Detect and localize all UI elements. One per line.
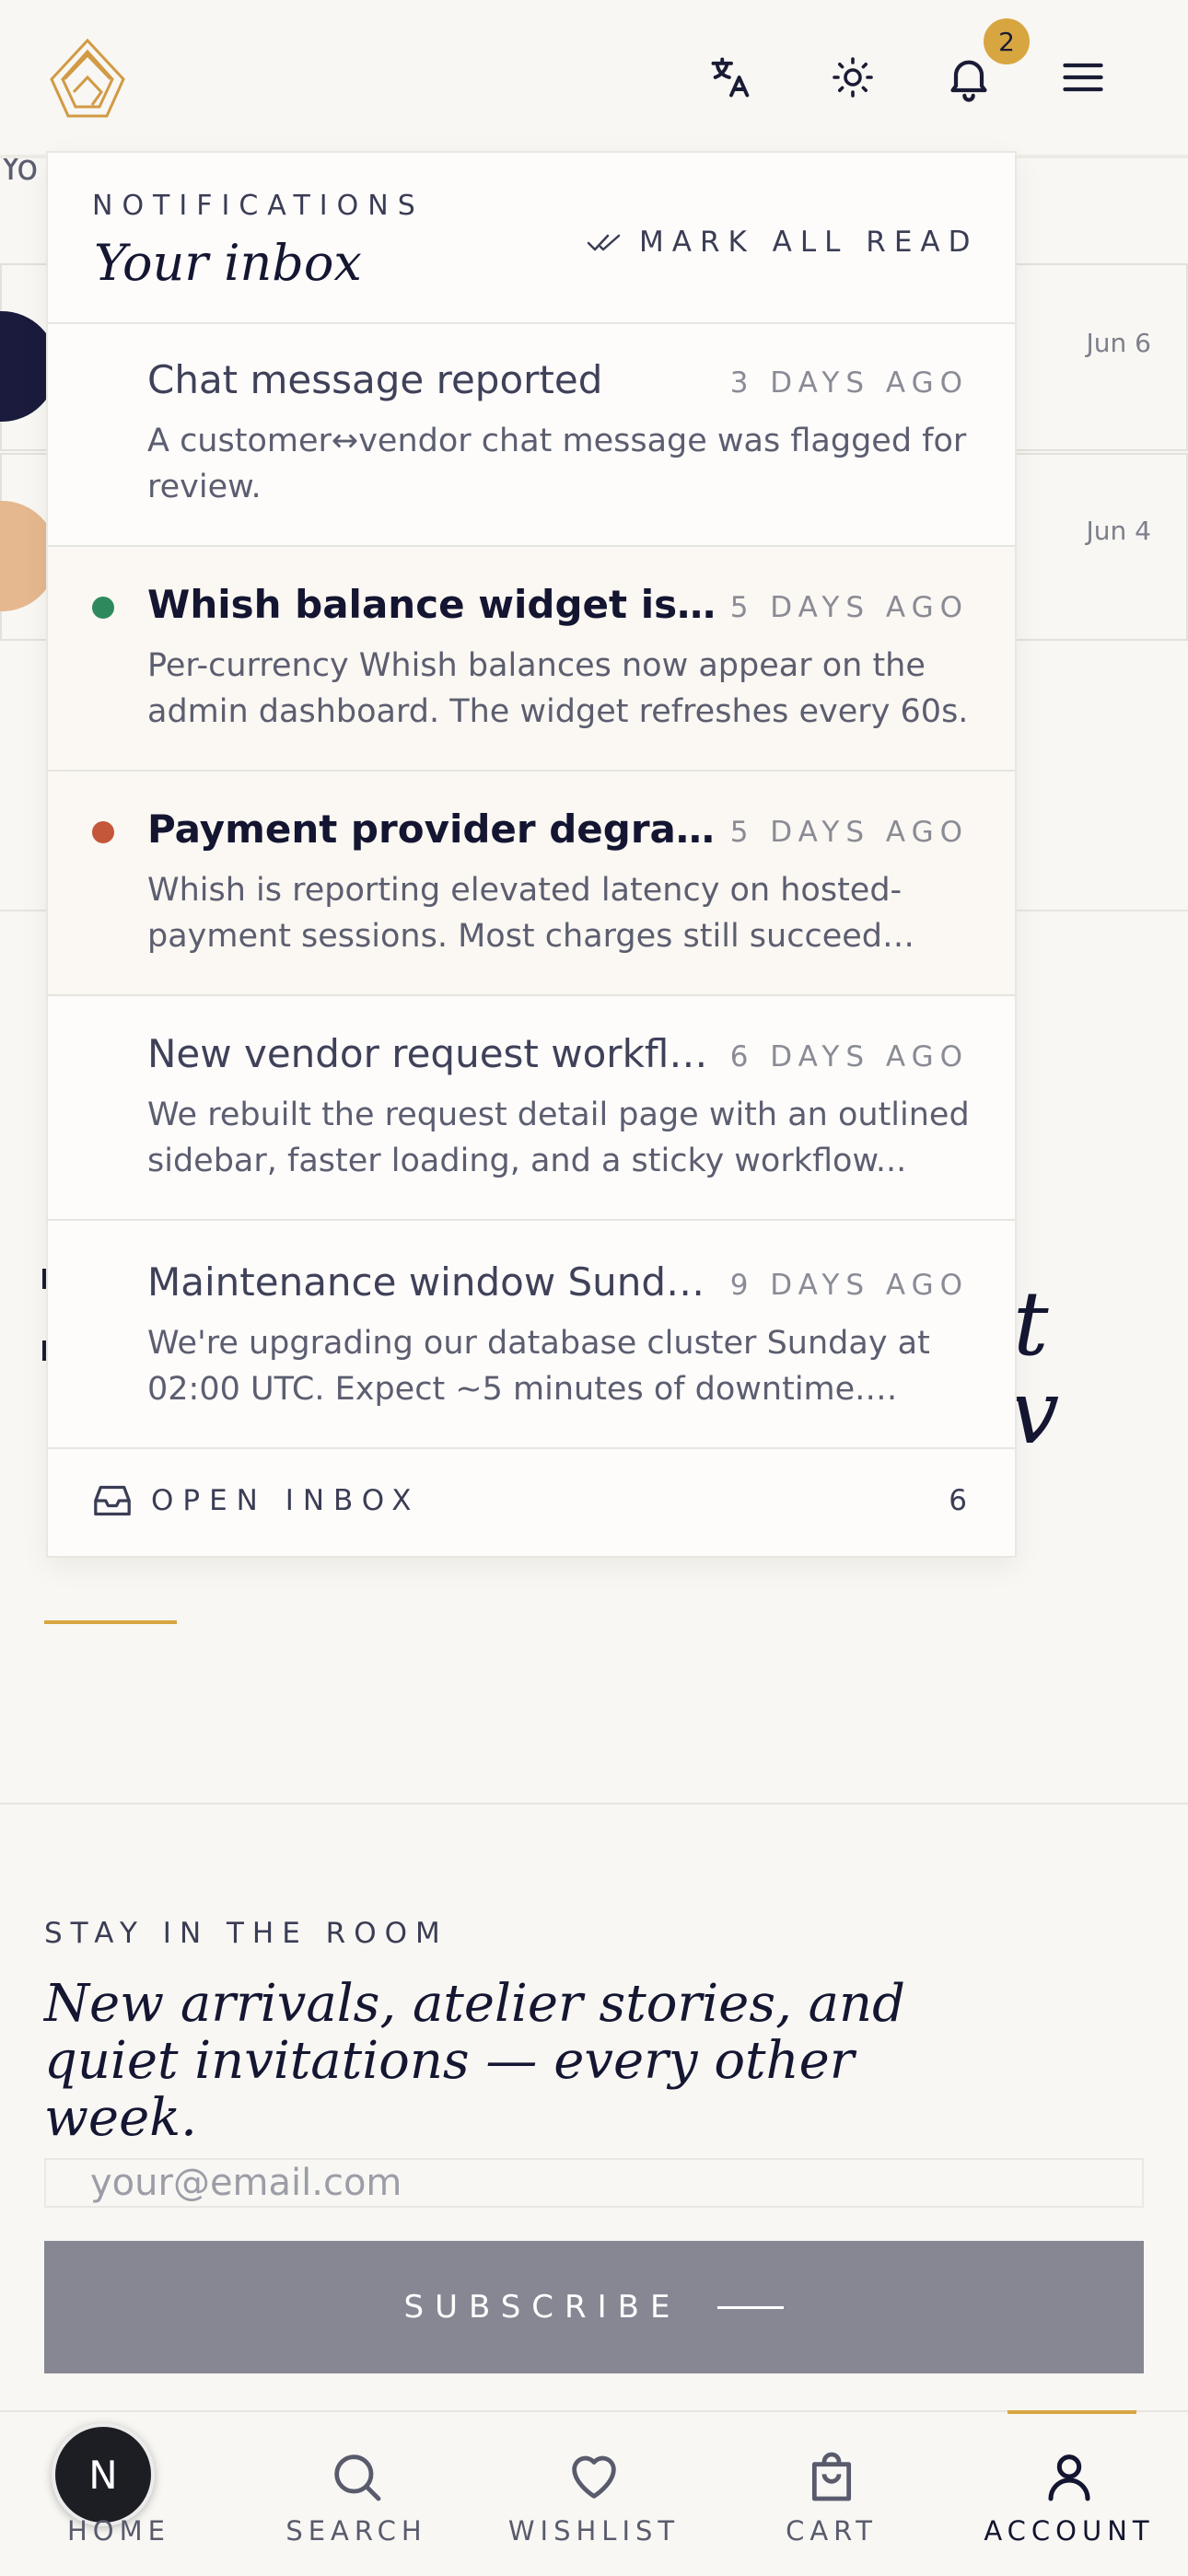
notification-item[interactable]: Chat message reported 3 DAYS AGO A custo… bbox=[48, 322, 1015, 547]
heart-icon bbox=[572, 2455, 616, 2499]
open-inbox-label: OPEN INBOX bbox=[151, 1484, 421, 1517]
notification-title: Payment provider degraded bbox=[147, 806, 718, 852]
notification-item[interactable]: Payment provider degraded 5 DAYS AGO Whi… bbox=[48, 772, 1015, 996]
email-field[interactable]: your@email.com bbox=[44, 2158, 1144, 2208]
notification-title: New vendor request workflow bbox=[147, 1031, 718, 1076]
nav-label: SEARCH bbox=[285, 2515, 427, 2547]
notification-title: Chat message reported bbox=[147, 357, 603, 402]
notification-body: We rebuilt the request detail page with … bbox=[147, 1097, 970, 1179]
section-divider bbox=[0, 1803, 1188, 1804]
nav-label: WISHLIST bbox=[507, 2515, 681, 2547]
mark-all-read-button[interactable]: MARK ALL READ bbox=[586, 219, 978, 265]
user-icon bbox=[1048, 2454, 1090, 2501]
mark-all-read-label: MARK ALL READ bbox=[639, 226, 979, 259]
item-date: Jun 4 bbox=[1086, 516, 1151, 546]
notification-time: 5 DAYS AGO bbox=[729, 591, 969, 624]
nav-home[interactable]: N HOME bbox=[0, 2412, 238, 2576]
theme-sun-icon[interactable] bbox=[820, 44, 886, 110]
notification-item[interactable]: Maintenance window Sunda... 9 DAYS AGO W… bbox=[48, 1224, 1015, 1449]
notification-time: 9 DAYS AGO bbox=[729, 1269, 969, 1302]
app-header: 2 bbox=[0, 0, 1188, 158]
double-check-icon bbox=[586, 228, 623, 256]
accent-underline bbox=[44, 1620, 177, 1624]
notification-body: A customer↔vendor chat message was flagg… bbox=[147, 423, 967, 505]
notification-title: Maintenance window Sunda... bbox=[147, 1259, 718, 1305]
newsletter-eyebrow: STAY IN THE ROOM bbox=[44, 1917, 448, 1950]
notification-body: We're upgrading our database cluster Sun… bbox=[147, 1325, 930, 1408]
notifications-eyebrow: NOTIFICATIONS bbox=[92, 190, 425, 222]
nav-label: ACCOUNT bbox=[984, 2515, 1155, 2547]
nav-account[interactable]: ACCOUNT bbox=[950, 2410, 1188, 2576]
search-icon bbox=[334, 2454, 381, 2501]
notification-title: Whish balance widget is live bbox=[147, 582, 718, 627]
notification-body: Per-currency Whish balances now appear o… bbox=[147, 647, 969, 730]
notification-time: 6 DAYS AGO bbox=[729, 1040, 969, 1073]
notification-item[interactable]: New vendor request workflow 6 DAYS AGO W… bbox=[48, 996, 1015, 1221]
avatar-letter: N bbox=[88, 2452, 118, 2498]
nav-cart[interactable]: CART bbox=[713, 2412, 950, 2576]
nav-search[interactable]: SEARCH bbox=[238, 2412, 475, 2576]
inbox-tray-icon bbox=[92, 1482, 133, 1523]
item-date: Jun 6 bbox=[1086, 328, 1151, 358]
logo-icon[interactable] bbox=[46, 37, 129, 120]
nav-label: HOME bbox=[67, 2515, 170, 2547]
nav-label: CART bbox=[786, 2515, 878, 2547]
newsletter-headline: New arrivals, atelier stories, and quiet… bbox=[44, 1974, 905, 2148]
bag-icon bbox=[811, 2452, 852, 2501]
nav-wishlist[interactable]: WISHLIST bbox=[475, 2412, 713, 2576]
inbox-count: 6 bbox=[949, 1484, 967, 1517]
hero-fragment: v bbox=[1009, 1361, 1060, 1464]
unread-dot-icon bbox=[92, 597, 114, 619]
menu-icon[interactable] bbox=[1050, 44, 1116, 110]
inbox-title: Your inbox bbox=[94, 234, 362, 292]
translate-icon[interactable] bbox=[698, 44, 764, 110]
home-avatar-icon: N bbox=[52, 2423, 155, 2526]
subscribe-label: SUBSCRIBE bbox=[403, 2289, 681, 2326]
unread-dot-icon bbox=[92, 821, 114, 843]
notification-time: 3 DAYS AGO bbox=[729, 366, 969, 400]
notification-count-badge: 2 bbox=[984, 18, 1030, 64]
subscribe-button[interactable]: SUBSCRIBE bbox=[44, 2241, 1144, 2373]
open-inbox-button[interactable]: OPEN INBOX 6 bbox=[48, 1451, 1015, 1556]
notification-body: Whish is reporting elevated latency on h… bbox=[147, 872, 903, 955]
notifications-dropdown: NOTIFICATIONS Your inbox MARK ALL READ C… bbox=[46, 151, 1017, 1558]
arrow-line-icon bbox=[717, 2305, 785, 2309]
notification-item[interactable]: Whish balance widget is live 5 DAYS AGO … bbox=[48, 547, 1015, 772]
notification-time: 5 DAYS AGO bbox=[729, 816, 969, 849]
active-indicator bbox=[1007, 2410, 1136, 2414]
dropdown-header: NOTIFICATIONS Your inbox MARK ALL READ bbox=[48, 153, 1015, 324]
bottom-nav: N HOME SEARCH WISHLIST CART ACCOUNT bbox=[0, 2410, 1188, 2576]
